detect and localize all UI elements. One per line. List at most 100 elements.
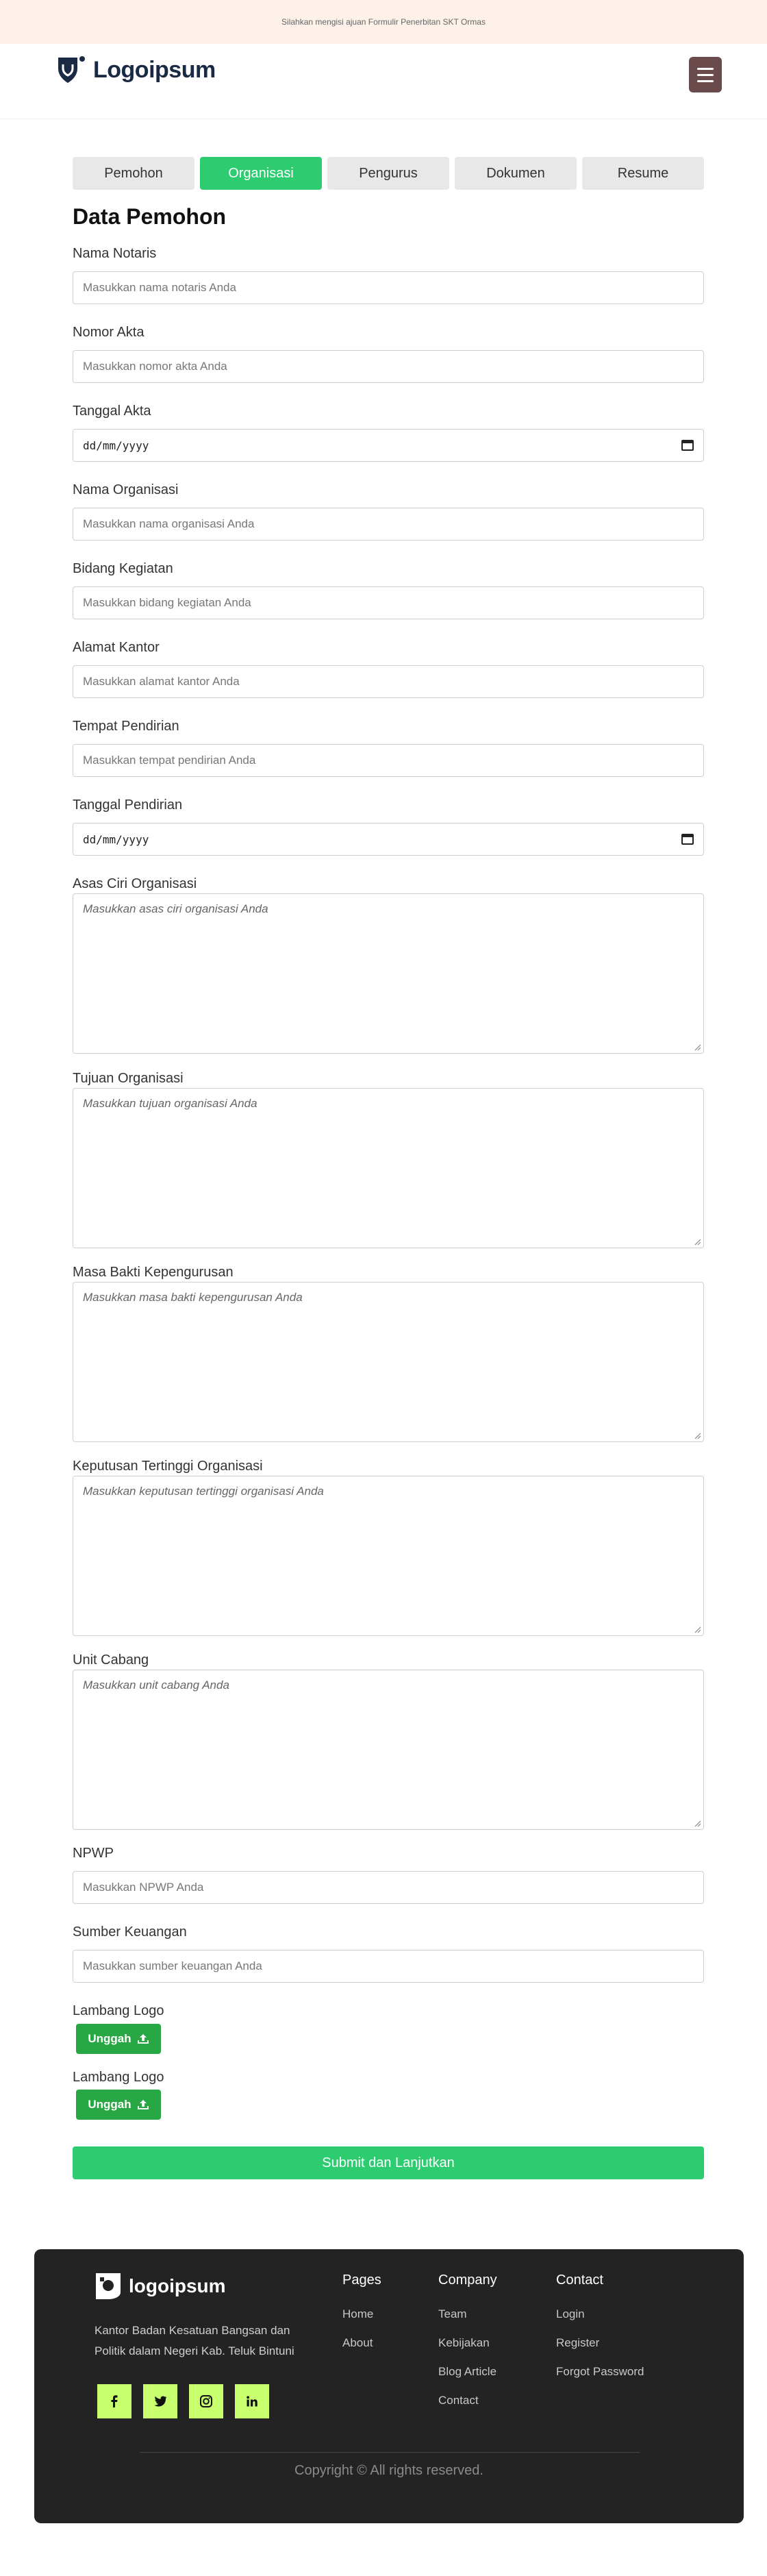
footer-column-heading: Contact — [556, 2272, 603, 2288]
tab-pemohon[interactable]: Pemohon — [73, 157, 194, 190]
logo-shield-icon — [58, 56, 85, 83]
keputusan-placeholder: Masukkan keputusan tertinggi organisasi … — [83, 1485, 324, 1498]
masa-bakti-textarea[interactable]: Masukkan masa bakti kepengurusan Anda — [73, 1282, 704, 1442]
facebook-glyph — [111, 2395, 118, 2407]
unit-cabang-placeholder: Masukkan unit cabang Anda — [83, 1679, 229, 1692]
nama-notaris-label: Nama Notaris — [73, 246, 157, 261]
footer-logo[interactable]: logoipsum — [95, 2272, 226, 2301]
footer-column-contact: Contact Login Register Forgot Password — [556, 2272, 644, 2394]
footer-logo-text: logoipsum — [129, 2275, 226, 2296]
footer-link-about[interactable]: About — [342, 2336, 381, 2350]
hamburger-line-icon — [697, 67, 714, 70]
hamburger-menu-button[interactable] — [689, 57, 722, 92]
sumber-keuangan-label: Sumber Keuangan — [73, 1924, 187, 1940]
calendar-icon[interactable] — [681, 440, 694, 451]
resize-grip-icon[interactable] — [693, 1431, 701, 1439]
submit-button[interactable]: Submit dan Lanjutkan — [73, 2146, 704, 2179]
nomor-akta-input[interactable]: Masukkan nomor akta Anda — [73, 350, 704, 383]
tanggal-akta-input[interactable]: dd/mm/yyyy — [73, 429, 704, 462]
tanggal-pendirian-label: Tanggal Pendirian — [73, 797, 183, 813]
upload-icon — [137, 2100, 149, 2109]
asas-ciri-textarea[interactable]: Masukkan asas ciri organisasi Anda — [73, 893, 704, 1054]
calendar-icon[interactable] — [681, 834, 694, 845]
resize-grip-icon[interactable] — [693, 1043, 701, 1051]
footer-link-contact[interactable]: Contact — [438, 2394, 497, 2407]
asas-ciri-label: Asas Ciri Organisasi — [73, 876, 197, 891]
tujuan-textarea[interactable]: Masukkan tujuan organisasi Anda — [73, 1088, 704, 1248]
upload-icon — [137, 2034, 149, 2044]
footer-divider — [140, 2452, 640, 2453]
announcement-bar: Silahkan mengisi ajuan Formulir Penerbit… — [0, 0, 767, 44]
form-title: Data Pemohon — [73, 204, 227, 229]
tempat-pendirian-label: Tempat Pendirian — [73, 719, 179, 734]
tanggal-akta-label: Tanggal Akta — [73, 404, 151, 419]
lambang-logo-label: Lambang Logo — [73, 2003, 164, 2018]
resize-grip-icon[interactable] — [693, 1625, 701, 1633]
bidang-kegiatan-label: Bidang Kegiatan — [73, 561, 173, 576]
nomor-akta-label: Nomor Akta — [73, 325, 144, 340]
footer-link-blog-article[interactable]: Blog Article — [438, 2365, 497, 2379]
tujuan-placeholder: Masukkan tujuan organisasi Anda — [83, 1097, 257, 1110]
linkedin-icon[interactable] — [235, 2384, 269, 2418]
footer-column-heading: Pages — [342, 2272, 381, 2288]
footer-link-team[interactable]: Team — [438, 2307, 497, 2321]
facebook-icon[interactable] — [97, 2384, 131, 2418]
sumber-keuangan-input[interactable]: Masukkan sumber keuangan Anda — [73, 1950, 704, 1983]
instagram-glyph — [200, 2395, 212, 2407]
tempat-pendirian-input[interactable]: Masukkan tempat pendirian Anda — [73, 744, 704, 777]
asas-ciri-placeholder: Masukkan asas ciri organisasi Anda — [83, 902, 268, 915]
nama-notaris-input[interactable]: Masukkan nama notaris Anda — [73, 271, 704, 304]
social-links — [97, 2384, 269, 2418]
keputusan-textarea[interactable]: Masukkan keputusan tertinggi organisasi … — [73, 1476, 704, 1636]
tab-organisasi[interactable]: Organisasi — [200, 157, 322, 190]
site-footer: logoipsum Kantor Badan Kesatuan Bangsan … — [34, 2249, 744, 2523]
tanggal-pendirian-input[interactable]: dd/mm/yyyy — [73, 823, 704, 856]
instagram-icon[interactable] — [189, 2384, 223, 2418]
form-step-tabs: Pemohon Organisasi Pengurus Dokumen Resu… — [73, 157, 704, 190]
bidang-kegiatan-input[interactable]: Masukkan bidang kegiatan Anda — [73, 586, 704, 619]
footer-logo-icon — [96, 2273, 121, 2299]
footer-column-heading: Company — [438, 2272, 497, 2288]
logo-text: Logoipsum — [93, 56, 216, 83]
footer-description: Kantor Badan Kesatuan Bangsan dan Politi… — [95, 2324, 294, 2357]
tanggal-pendirian-value: dd/mm/yyyy — [83, 832, 149, 846]
upload-button-label: Unggah — [88, 2032, 131, 2045]
masa-bakti-placeholder: Masukkan masa bakti kepengurusan Anda — [83, 1291, 303, 1304]
footer-link-login[interactable]: Login — [556, 2307, 644, 2321]
alamat-kantor-input[interactable]: Masukkan alamat kantor Anda — [73, 665, 704, 698]
linkedin-glyph — [247, 2396, 257, 2407]
copyright-text: Copyright © All rights reserved. — [294, 2463, 483, 2478]
tab-resume[interactable]: Resume — [582, 157, 704, 190]
resize-grip-icon[interactable] — [693, 1237, 701, 1246]
footer-link-kebijakan[interactable]: Kebijakan — [438, 2336, 497, 2350]
alamat-kantor-label: Alamat Kantor — [73, 640, 160, 655]
npwp-label: NPWP — [73, 1846, 114, 1861]
upload-logo-button[interactable]: Unggah — [76, 2090, 161, 2120]
twitter-icon[interactable] — [143, 2384, 177, 2418]
npwp-input[interactable]: Masukkan NPWP Anda — [73, 1871, 704, 1904]
nama-organisasi-input[interactable]: Masukkan nama organisasi Anda — [73, 508, 704, 541]
tanggal-akta-value: dd/mm/yyyy — [83, 438, 149, 452]
site-logo[interactable]: Logoipsum — [56, 55, 216, 85]
twitter-glyph — [154, 2396, 167, 2407]
footer-link-register[interactable]: Register — [556, 2336, 644, 2350]
hamburger-line-icon — [697, 79, 714, 82]
tab-pengurus[interactable]: Pengurus — [327, 157, 449, 190]
footer-link-forgot-password[interactable]: Forgot Password — [556, 2365, 644, 2379]
announcement-text: Silahkan mengisi ajuan Formulir Penerbit… — [281, 17, 486, 27]
tujuan-label: Tujuan Organisasi — [73, 1071, 184, 1086]
nama-organisasi-label: Nama Organisasi — [73, 482, 179, 497]
resize-grip-icon[interactable] — [693, 1819, 701, 1827]
lambang-logo-label: Lambang Logo — [73, 2070, 164, 2085]
upload-button-label: Unggah — [88, 2098, 131, 2111]
upload-logo-button[interactable]: Unggah — [76, 2024, 161, 2054]
footer-column-company: Company Team Kebijakan Blog Article Cont… — [438, 2272, 497, 2423]
footer-link-home[interactable]: Home — [342, 2307, 381, 2321]
unit-cabang-textarea[interactable]: Masukkan unit cabang Anda — [73, 1670, 704, 1830]
footer-column-pages: Pages Home About — [342, 2272, 381, 2365]
hamburger-line-icon — [697, 73, 714, 76]
site-header: Logoipsum — [0, 44, 767, 119]
unit-cabang-label: Unit Cabang — [73, 1652, 149, 1668]
masa-bakti-label: Masa Bakti Kepengurusan — [73, 1265, 234, 1280]
tab-dokumen[interactable]: Dokumen — [455, 157, 577, 190]
